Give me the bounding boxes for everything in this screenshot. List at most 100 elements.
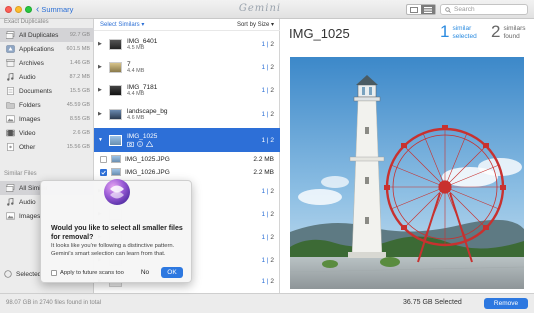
- document-icon: [5, 87, 15, 96]
- image-preview: [290, 57, 524, 289]
- group-row-selected[interactable]: ▼ IMG_1025 1 | 2: [94, 128, 280, 152]
- toolbar: ‹ Summary Gemini Search: [0, 0, 534, 19]
- close-window-button[interactable]: [5, 6, 12, 13]
- group-name: 7: [127, 60, 131, 68]
- sidebar-item-size: 15.5 GB: [69, 88, 90, 94]
- file-checkbox[interactable]: [100, 155, 107, 163]
- group-count: 1 | 2: [261, 136, 274, 144]
- sidebar-item-other[interactable]: Other 15.56 GB: [0, 140, 94, 154]
- selected-files-item[interactable]: Selected: [4, 267, 41, 281]
- sidebar-item-size: 87.2 MB: [69, 74, 90, 80]
- compare-view-button[interactable]: [421, 5, 435, 14]
- remove-button[interactable]: Remove: [484, 298, 528, 309]
- total-count: 2: [270, 40, 274, 48]
- preview-title: IMG_1025: [289, 26, 350, 41]
- view-mode-toggle[interactable]: [406, 4, 436, 15]
- warning-icon: [146, 141, 153, 147]
- sidebar-item-size: 45.59 GB: [66, 102, 90, 108]
- disclosure-triangle-icon[interactable]: ▶: [98, 111, 106, 117]
- group-row[interactable]: ▶ landscape_bg 4.6 MB 1 | 2: [94, 104, 280, 124]
- search-placeholder: Search: [454, 6, 475, 13]
- found-count: 2: [491, 22, 501, 41]
- sidebar-item-label: Folders: [19, 101, 41, 109]
- total-found-info: 98.07 GB in 2740 files found in total: [6, 300, 102, 306]
- select-similars-menu[interactable]: Select Similars ▾: [100, 21, 144, 28]
- sidebar-item-label: Images: [19, 115, 41, 123]
- search-icon: [445, 6, 451, 13]
- group-name: landscape_bg: [127, 107, 168, 115]
- smart-selection-dialog: Would you like to select all smaller fil…: [40, 179, 192, 283]
- sort-by-size-menu[interactable]: Sort by Size ▾: [237, 21, 274, 28]
- zoom-window-button[interactable]: [25, 6, 32, 13]
- group-count: 1 | 2: [261, 86, 274, 94]
- selected-count: 1: [261, 277, 266, 285]
- selected-circle-icon: [4, 270, 12, 278]
- selected-size-label: 36.75 GB Selected: [403, 299, 462, 306]
- file-thumbnail: [111, 168, 121, 176]
- status-bar: 98.07 GB in 2740 files found in total 36…: [0, 293, 534, 313]
- camera-icon: [127, 141, 134, 147]
- apply-future-label: Apply to future scans too: [60, 270, 124, 276]
- group-count: 1 | 2: [261, 256, 274, 264]
- selected-count: 1: [261, 110, 266, 118]
- sidebar-item-label: Archives: [19, 59, 44, 67]
- total-count: 2: [270, 63, 274, 71]
- disclosure-triangle-icon[interactable]: ▶: [98, 64, 106, 70]
- sidebar-item-all-duplicates[interactable]: All Duplicates 92.7 GB: [0, 28, 94, 42]
- group-thumbnail: [109, 108, 122, 120]
- chevron-left-icon: ‹: [36, 3, 40, 15]
- sidebar-item-audio[interactable]: Audio 87.2 MB: [0, 70, 94, 84]
- file-row[interactable]: IMG_1025.JPG 2.2 MB: [94, 153, 280, 165]
- no-button[interactable]: No: [137, 268, 153, 278]
- selected-label: Selected: [16, 270, 42, 278]
- sidebar-item-images[interactable]: Images 8.55 GB: [0, 112, 94, 126]
- sidebar-item-folders[interactable]: Folders 45.59 GB: [0, 98, 94, 112]
- disclosure-triangle-icon[interactable]: ▶: [98, 87, 106, 93]
- sidebar-item-size: 15.56 GB: [66, 144, 90, 150]
- file-checkbox-checked[interactable]: [100, 168, 107, 176]
- file-size: 2.2 MB: [253, 155, 274, 163]
- group-count: 1 | 2: [261, 277, 274, 285]
- group-name: IMG_7181: [127, 83, 158, 91]
- group-count: 1 | 2: [261, 110, 274, 118]
- sidebar-item-size: 1.46 GB: [69, 60, 90, 66]
- sidebar-item-documents[interactable]: Documents 15.5 GB: [0, 84, 94, 98]
- group-thumbnail: [109, 134, 122, 146]
- list-header: Select Similars ▾ Sort by Size ▾: [94, 19, 280, 31]
- music-note-icon: [5, 73, 15, 82]
- back-label: Summary: [41, 5, 74, 14]
- sidebar-item-label: Documents: [19, 87, 52, 95]
- archive-icon: [5, 59, 15, 68]
- disclosure-triangle-icon[interactable]: ▶: [98, 41, 106, 47]
- preview-pane: IMG_1025 1 similar selected 2 similars fou…: [280, 19, 534, 293]
- similar-files-heading: Similar Files: [4, 171, 37, 177]
- selected-count: 1: [440, 22, 450, 41]
- file-name: IMG_1026.JPG: [125, 168, 170, 176]
- info-icon: [137, 141, 143, 147]
- sidebar-item-archives[interactable]: Archives 1.46 GB: [0, 56, 94, 70]
- group-count: 1 | 2: [261, 210, 274, 218]
- group-thumbnail: [109, 38, 122, 50]
- disclosure-triangle-open-icon[interactable]: ▼: [98, 137, 106, 143]
- group-row[interactable]: ▶ IMG_6401 4.5 MB 1 | 2: [94, 34, 280, 54]
- group-count: 1 | 2: [261, 187, 274, 195]
- stack-icon: [5, 184, 15, 193]
- apply-future-checkbox[interactable]: [51, 270, 57, 276]
- group-row[interactable]: ▶ IMG_7181 4.4 MB 1 | 2: [94, 80, 280, 100]
- group-size: 4.4 MB: [127, 67, 145, 74]
- single-view-button[interactable]: [407, 5, 421, 14]
- group-count: 1 | 2: [261, 63, 274, 71]
- ok-button[interactable]: OK: [161, 267, 183, 278]
- total-count: 2: [270, 277, 274, 285]
- image-icon: [5, 212, 15, 221]
- dialog-message: It looks like you're following a distinc…: [51, 243, 175, 257]
- search-input[interactable]: Search: [440, 4, 528, 15]
- minimize-window-button[interactable]: [15, 6, 22, 13]
- other-file-icon: [5, 143, 15, 152]
- file-thumbnail: [111, 155, 121, 163]
- sidebar-item-applications[interactable]: Applications 601.5 MB: [0, 42, 94, 56]
- lighthouse-ferris-wheel-photo: [290, 57, 524, 289]
- sidebar-item-video[interactable]: Video 2.6 GB: [0, 126, 94, 140]
- group-row[interactable]: ▶ 7 4.4 MB 1 | 2: [94, 57, 280, 77]
- back-to-summary-button[interactable]: ‹ Summary: [36, 4, 73, 15]
